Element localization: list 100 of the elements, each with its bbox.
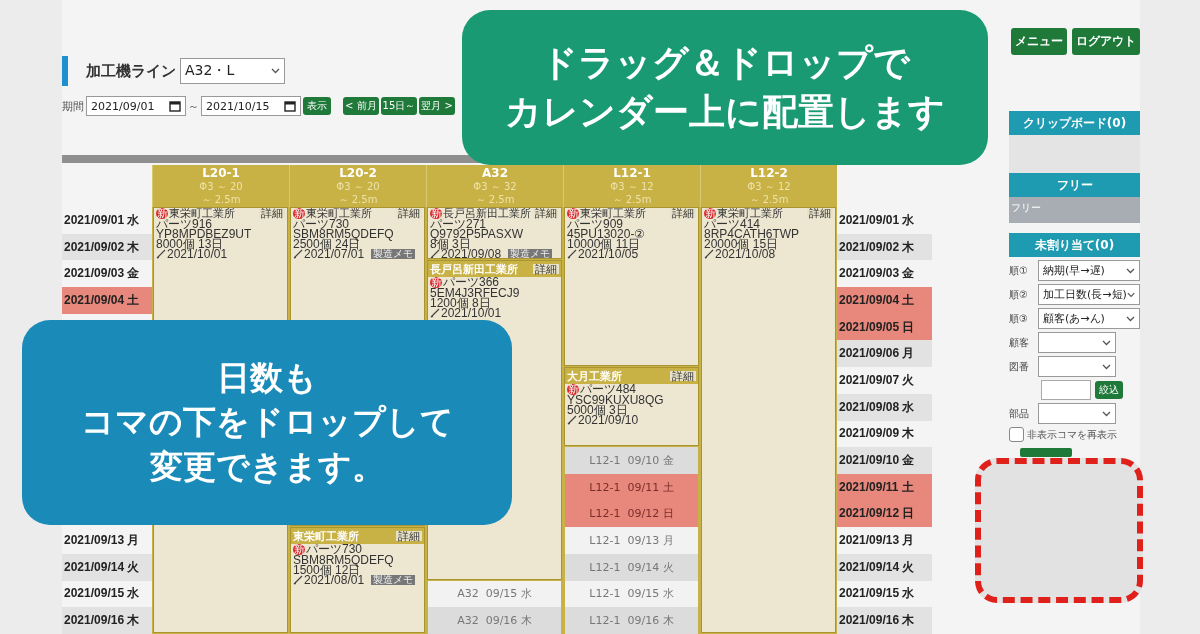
job-card[interactable]: 大月工業所 詳細 新パーツ484 YSC99KUXU8QG 5000個 3日 2021/09/10: [564, 367, 699, 447]
chevron-down-icon: [1126, 315, 1135, 322]
new-badge: 新: [704, 208, 716, 219]
nav-button[interactable]: < 前月: [343, 97, 379, 115]
company-name: 新長戸呂新田工業所: [430, 208, 531, 219]
part-code: YP8MPDBEZ9UT: [156, 229, 253, 239]
sort-label: 順②: [1009, 287, 1029, 302]
date-cell: 2021/09/06 月: [837, 340, 932, 368]
due-date: 2021/10/08: [715, 249, 776, 259]
header-button[interactable]: ログアウト: [1072, 28, 1140, 55]
quantity-days: 20000個 15日: [704, 239, 833, 249]
filter-button[interactable]: 絞込: [1095, 381, 1123, 399]
detail-button[interactable]: 詳細: [670, 208, 696, 218]
part-name: パーツ271: [430, 219, 487, 229]
sort-select[interactable]: 納期(早→遅): [1038, 260, 1140, 281]
nav-button[interactable]: 翌月 >: [419, 97, 455, 115]
job-card[interactable]: 新東栄町工業所 詳細 パーツ909 45PU13020-② 10000個 11日 2021/10/05: [564, 207, 699, 367]
pen-icon: [704, 249, 714, 259]
sort-select[interactable]: 加工日数(長→短): [1038, 284, 1140, 305]
date-cell: 2021/09/10 金: [837, 447, 932, 474]
due-date: 2021/07/01: [304, 249, 365, 259]
sort-label: 順①: [1009, 263, 1029, 278]
filter-select[interactable]: [1038, 332, 1116, 353]
date-cell: 2021/09/02 木: [837, 233, 932, 261]
nav-button[interactable]: 15日～: [380, 97, 418, 115]
checkbox-label: 非表示コマを再表示: [1027, 427, 1117, 442]
date-cell: 2021/09/08 水: [837, 393, 932, 421]
header-button[interactable]: メニュー: [1011, 28, 1067, 55]
section-header: 未割り当て(0): [1009, 233, 1140, 257]
checkbox[interactable]: [1009, 427, 1024, 442]
sort-label: 順③: [1009, 311, 1029, 326]
due-date: 2021/10/01: [441, 308, 502, 319]
part-code: 45PU13020-②: [567, 229, 647, 239]
new-badge: 新: [293, 208, 305, 219]
date-field[interactable]: 2021/09/01: [86, 96, 186, 116]
chevron-down-icon: [271, 68, 280, 74]
sort-select[interactable]: 顧客(あ→ん): [1038, 308, 1140, 329]
empty-slot[interactable]: L12-1 09/12 日: [565, 500, 698, 528]
empty-slot[interactable]: L12-1 09/13 月: [565, 527, 698, 554]
pen-icon: [156, 249, 166, 259]
pen-icon: [567, 415, 577, 426]
line-label: 加工機ライン: [86, 61, 176, 81]
company-name: 新東栄町工業所: [156, 208, 235, 219]
callout-text: 日数も: [217, 356, 317, 399]
company-name: 長戸呂新田工業所: [430, 262, 518, 277]
filter-select[interactable]: [1038, 403, 1116, 424]
empty-slot[interactable]: A32 09/16 木: [428, 607, 561, 634]
company-name: 新東栄町工業所: [567, 208, 646, 219]
due-date: 2021/10/05: [578, 249, 639, 259]
filter-label: 顧客: [1009, 335, 1030, 350]
new-badge: 新: [430, 208, 442, 219]
detail-button[interactable]: 詳細: [259, 208, 285, 218]
section-header: クリップボード(0): [1009, 111, 1140, 135]
pen-icon: [293, 249, 303, 259]
chevron-down-icon: [1126, 291, 1135, 298]
quantity-days: 8000個 13日: [156, 239, 285, 249]
line-select[interactable]: A32・L: [180, 58, 285, 84]
part-name: 新パーツ484: [567, 384, 637, 396]
detail-button[interactable]: 詳細: [807, 208, 833, 218]
memo-tag[interactable]: 製造メモ: [371, 575, 416, 586]
detail-button[interactable]: 詳細: [396, 208, 422, 218]
company-name: 新東栄町工業所: [704, 208, 783, 219]
empty-slot[interactable]: L12-1 09/11 土: [565, 473, 698, 501]
calendar-icon: [169, 100, 181, 112]
show-button[interactable]: 表示: [303, 97, 331, 115]
detail-button[interactable]: 詳細: [396, 531, 422, 542]
detail-button[interactable]: 詳細: [670, 371, 696, 382]
empty-slot[interactable]: L12-1 09/16 木: [565, 607, 698, 634]
part-code: 5EM4J3RFECJ9: [430, 288, 521, 299]
date-cell: 2021/09/04 土: [837, 287, 932, 314]
filter-input[interactable]: [1041, 380, 1091, 400]
date-cell: 2021/09/04 土: [62, 287, 152, 314]
empty-slot[interactable]: L12-1 09/10 金: [565, 447, 698, 474]
range-separator: ～: [188, 98, 199, 114]
filter-select[interactable]: [1038, 356, 1116, 377]
memo-tag[interactable]: 製造メモ: [508, 249, 553, 259]
filter-label: 図番: [1009, 359, 1030, 374]
new-badge: 新: [567, 208, 579, 219]
date-cell: 2021/09/16 木: [837, 607, 932, 634]
part-name: パーツ414: [704, 219, 761, 229]
detail-button[interactable]: 詳細: [533, 264, 559, 275]
callout-text: 変更できます。: [149, 445, 385, 488]
part-code: SBM8RM5QDEFQ: [293, 555, 395, 566]
date-cell: 2021/09/16 木: [62, 607, 152, 634]
chevron-down-icon: [1126, 267, 1135, 274]
date-field[interactable]: 2021/10/15: [201, 96, 301, 116]
empty-slot[interactable]: L12-1 09/14 火: [565, 553, 698, 581]
empty-slot[interactable]: A32 09/15 水: [428, 580, 561, 608]
empty-slot[interactable]: L12-1 09/15 水: [565, 580, 698, 608]
due-date: 2021/10/01: [167, 249, 228, 259]
date-cell: 2021/09/11 土: [837, 473, 932, 501]
chevron-down-icon: [1102, 339, 1111, 346]
memo-tag[interactable]: 製造メモ: [371, 249, 416, 259]
callout-text: ドラッグ＆ドロップで: [540, 40, 910, 85]
new-badge: 新: [293, 544, 305, 556]
pen-icon: [293, 575, 303, 586]
detail-button[interactable]: 詳細: [533, 208, 559, 218]
callout-text: コマの下をドロップして: [80, 401, 454, 444]
job-card[interactable]: 新東栄町工業所 詳細 パーツ414 8RP4CATH6TWP 20000個 15日 2021/10/08: [701, 207, 836, 633]
section-header: フリー: [1009, 173, 1140, 197]
